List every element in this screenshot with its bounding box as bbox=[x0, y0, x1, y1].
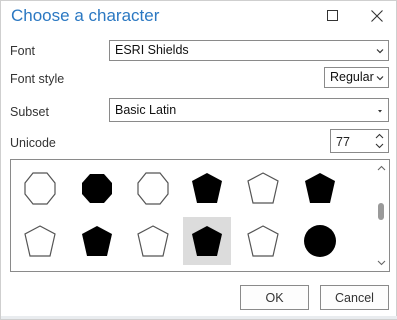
ok-button[interactable]: OK bbox=[240, 285, 309, 310]
vertical-scrollbar[interactable] bbox=[373, 160, 389, 271]
glyph-cell[interactable] bbox=[296, 164, 344, 212]
close-button[interactable] bbox=[363, 4, 391, 28]
font-label: Font bbox=[10, 44, 36, 58]
pentagon-outline-icon bbox=[247, 224, 279, 257]
glyph-cell[interactable] bbox=[16, 164, 64, 212]
close-icon bbox=[371, 10, 383, 22]
chevron-up-icon bbox=[377, 165, 385, 171]
glyph-cell[interactable] bbox=[73, 164, 121, 212]
subset-label: Subset bbox=[10, 105, 49, 119]
glyph-cell[interactable] bbox=[239, 217, 287, 265]
chevron-down-icon bbox=[375, 143, 384, 149]
scroll-up-button[interactable] bbox=[375, 162, 387, 174]
pentagon-filled-icon bbox=[192, 172, 222, 203]
font-value: ESRI Shields bbox=[115, 43, 189, 57]
font-style-value: Regular bbox=[330, 70, 374, 84]
glyph-cell[interactable] bbox=[183, 164, 231, 212]
pentagon-outline-icon bbox=[137, 224, 169, 257]
pentagon-outline-icon bbox=[24, 224, 56, 257]
pentagon-filled-icon bbox=[305, 172, 335, 203]
chevron-down-icon bbox=[376, 76, 384, 81]
glyph-cell[interactable] bbox=[239, 164, 287, 212]
glyph-cell[interactable] bbox=[129, 164, 177, 212]
maximize-button[interactable] bbox=[319, 4, 347, 28]
hexagon-outline-icon bbox=[137, 171, 169, 205]
subset-dropdown[interactable]: Basic Latin bbox=[109, 98, 389, 122]
glyph-cell[interactable] bbox=[129, 217, 177, 265]
unicode-stepper[interactable]: 77 bbox=[330, 129, 389, 153]
pentagon-outline-icon bbox=[247, 171, 279, 204]
scrollbar-thumb[interactable] bbox=[378, 203, 384, 220]
dialog-title: Choose a character bbox=[11, 6, 160, 25]
hexagon-outline-icon bbox=[24, 171, 56, 205]
unicode-value: 77 bbox=[336, 135, 350, 149]
chevron-down-icon bbox=[377, 260, 385, 266]
glyph-cell[interactable] bbox=[73, 217, 121, 265]
circle-filled-icon bbox=[304, 224, 336, 257]
hexagon-filled-icon bbox=[82, 173, 112, 203]
maximize-icon bbox=[327, 10, 338, 21]
subset-value: Basic Latin bbox=[115, 103, 177, 117]
glyph-cell[interactable] bbox=[183, 217, 231, 265]
font-style-dropdown[interactable]: Regular bbox=[324, 67, 389, 88]
pentagon-filled-icon bbox=[192, 225, 222, 256]
font-dropdown[interactable]: ESRI Shields bbox=[109, 40, 389, 61]
scroll-down-button[interactable] bbox=[375, 257, 387, 269]
glyph-cell[interactable] bbox=[16, 217, 64, 265]
decrement-button[interactable] bbox=[374, 141, 385, 151]
increment-button[interactable] bbox=[374, 131, 385, 141]
pentagon-filled-icon bbox=[82, 225, 112, 256]
glyph-cell[interactable] bbox=[296, 217, 344, 265]
choose-character-dialog: Choose a character Font ESRI Shields Fon… bbox=[0, 0, 397, 320]
bottom-divider bbox=[1, 316, 397, 319]
chevron-up-icon bbox=[375, 133, 384, 139]
character-grid[interactable] bbox=[10, 159, 390, 272]
font-style-label: Font style bbox=[10, 72, 65, 86]
unicode-label: Unicode bbox=[10, 136, 56, 150]
caret-down-icon bbox=[378, 110, 382, 113]
chevron-down-icon bbox=[376, 49, 384, 54]
cancel-button[interactable]: Cancel bbox=[320, 285, 389, 310]
